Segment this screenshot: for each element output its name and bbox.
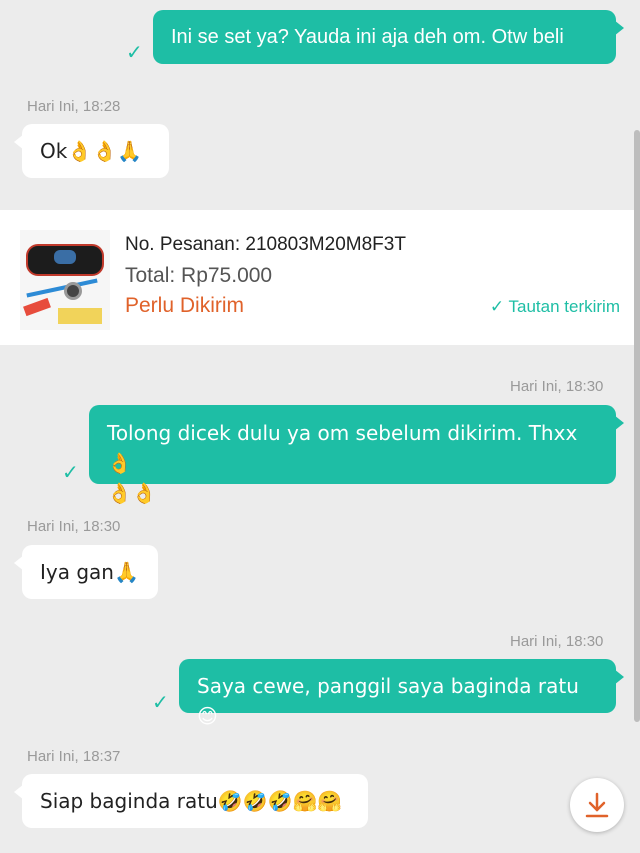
message-timestamp: Hari Ini, 18:28	[27, 98, 121, 115]
reel-shape	[64, 282, 82, 300]
product-thumbnail[interactable]	[20, 230, 110, 330]
message-timestamp: Hari Ini, 18:30	[27, 518, 121, 535]
read-check-icon: ✓	[152, 692, 169, 714]
check-icon: ✓	[489, 297, 505, 316]
scrollbar[interactable]	[634, 130, 640, 722]
message-text: Siap baginda ratu🤣🤣🤣🤗🤗	[40, 789, 343, 813]
promo-label	[23, 297, 51, 317]
rod-shape	[26, 278, 98, 298]
read-check-icon: ✓	[126, 42, 143, 64]
message-text-line-1: Tolong dicek dulu ya om sebelum dikirim.…	[107, 421, 578, 475]
message-bubble-incoming[interactable]: Ok👌👌🙏	[14, 124, 169, 178]
message-timestamp: Hari Ini, 18:37	[27, 748, 121, 765]
message-text: Saya cewe, panggil saya baginda ratu 😊	[197, 674, 579, 728]
message-text: Iya gan🙏	[40, 560, 139, 584]
message-bubble-outgoing[interactable]: Ini se set ya? Yauda ini aja deh om. Otw…	[153, 10, 624, 64]
link-sent-status: ✓ Tautan terkirim	[490, 297, 620, 317]
message-text: Ini se set ya? Yauda ini aja deh om. Otw…	[171, 26, 564, 48]
message-bubble-outgoing[interactable]: Tolong dicek dulu ya om sebelum dikirim.…	[89, 405, 624, 505]
product-label	[58, 308, 102, 324]
scroll-to-bottom-button[interactable]	[570, 778, 624, 832]
message-bubble-outgoing[interactable]: Saya cewe, panggil saya baginda ratu 😊	[179, 659, 624, 728]
link-sent-label: Tautan terkirim	[508, 297, 620, 316]
message-text: Ok👌👌🙏	[40, 139, 143, 163]
message-bubble-incoming[interactable]: Iya gan🙏	[14, 545, 158, 599]
order-total: Total: Rp75.000	[125, 264, 273, 287]
read-check-icon: ✓	[62, 462, 79, 484]
message-timestamp: Hari Ini, 18:30	[510, 378, 604, 395]
order-status: Perlu Dikirim	[125, 294, 245, 317]
message-bubble-incoming[interactable]: Siap baginda ratu🤣🤣🤣🤗🤗	[14, 774, 368, 828]
brand-logo	[54, 250, 76, 264]
order-number: No. Pesanan: 210803M20M8F3T	[125, 234, 406, 255]
message-timestamp: Hari Ini, 18:30	[510, 633, 604, 650]
download-arrow-icon	[585, 792, 609, 818]
order-card[interactable]: No. Pesanan: 210803M20M8F3T Total: Rp75.…	[0, 210, 640, 345]
message-text-line-2: 👌👌	[107, 481, 157, 505]
